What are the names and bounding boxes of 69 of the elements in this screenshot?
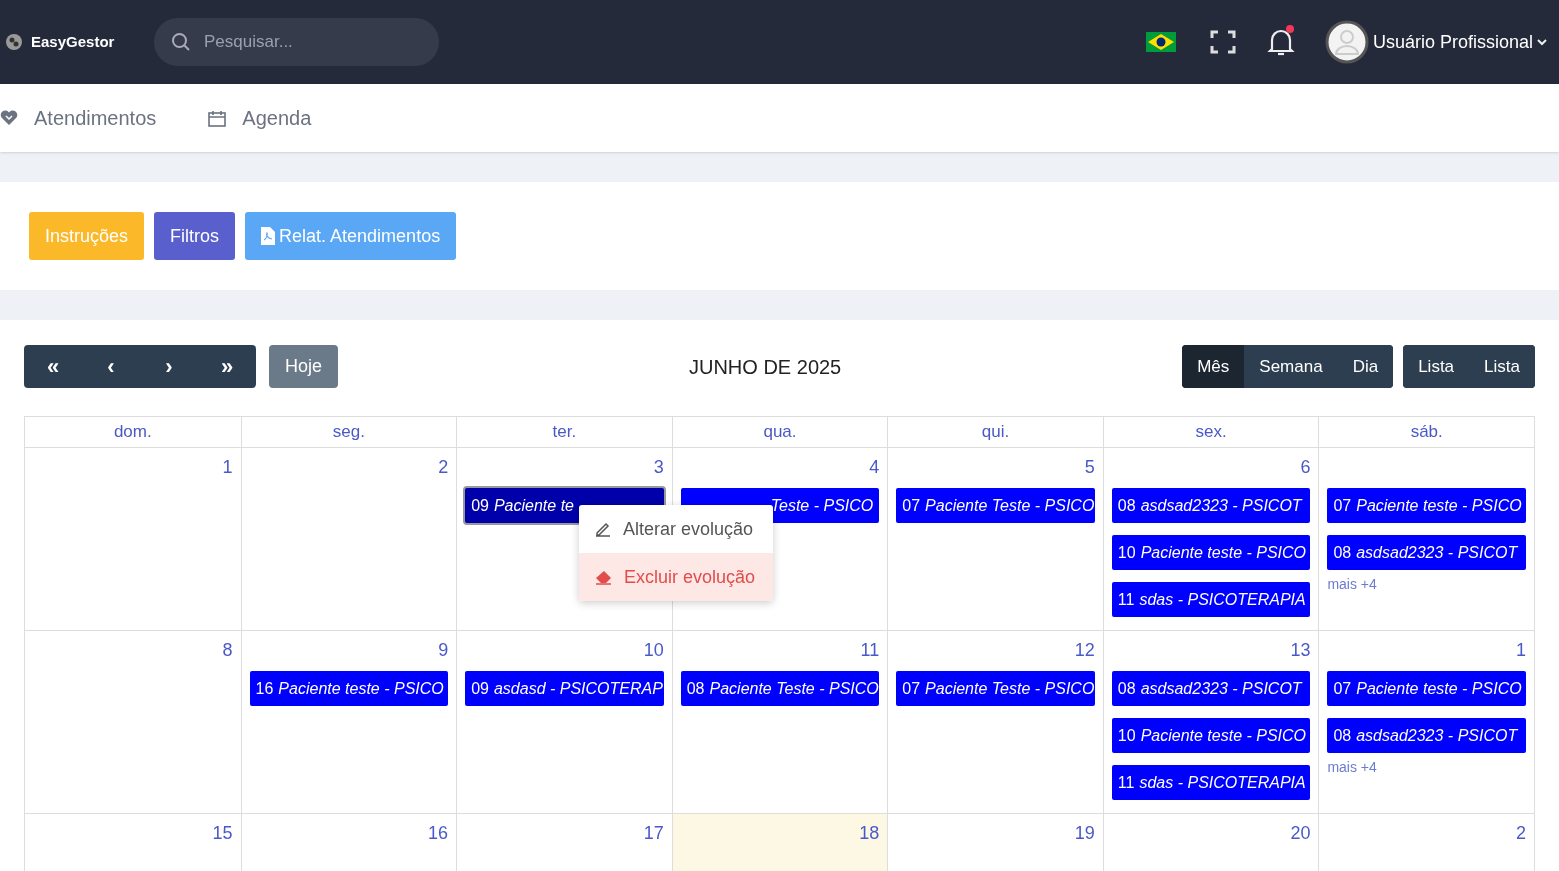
nav-arrow-button[interactable]: ›	[140, 345, 198, 388]
calendar-event[interactable]: 07 Paciente teste - PSICO	[1327, 671, 1526, 706]
calendar-event[interactable]: 08 asdsad2323 - PSICOT	[1111, 671, 1311, 706]
chevron-down-icon[interactable]	[1537, 38, 1547, 46]
calendar-event[interactable]: 09 asdasd - PSICOTERAP	[465, 671, 664, 706]
calendar-event[interactable]: 10 Paciente teste - PSICO	[1111, 718, 1311, 753]
eraser-icon	[595, 569, 612, 585]
weekday-header: dom.	[113, 421, 152, 444]
day-number[interactable]: 19	[1074, 820, 1095, 842]
day-number[interactable]: 4	[869, 454, 880, 476]
day-number[interactable]: 16	[428, 820, 449, 842]
day-number[interactable]: 5	[1084, 454, 1095, 476]
weekday-header: sex.	[1195, 421, 1227, 444]
action-button[interactable]: Filtros	[154, 212, 236, 260]
calendar-event[interactable]: 07 Paciente Teste - PSICO	[896, 671, 1095, 706]
search-icon	[171, 32, 191, 52]
nav-arrow-button[interactable]: ‹	[82, 345, 140, 388]
nav-arrow-button[interactable]: «	[24, 345, 82, 388]
weekday-header: qui.	[981, 421, 1010, 444]
calendar-event[interactable]: 08 asdsad2323 - PSICOT	[1111, 488, 1311, 523]
day-number[interactable]: 12	[1074, 637, 1095, 659]
day-number[interactable]: 1	[1515, 637, 1526, 659]
notification-icon[interactable]	[1266, 27, 1295, 57]
avatar-icon[interactable]	[1324, 20, 1369, 64]
view-tab[interactable]: Mês	[1182, 345, 1245, 388]
day-number[interactable]: 1	[222, 454, 233, 476]
day-number[interactable]: 8	[222, 637, 233, 659]
month-title: JUNHO DE 2025	[688, 354, 842, 380]
nav-link[interactable]: Agenda	[242, 103, 312, 133]
calendar-event[interactable]: 11 sdas - PSICOTERAPIA	[1111, 765, 1311, 800]
nav-arrow-button[interactable]: »	[198, 345, 256, 388]
menu-item[interactable]: Excluir evolução	[579, 553, 773, 601]
weekday-header: sáb.	[1410, 421, 1443, 444]
weekday-header: seg.	[332, 421, 365, 444]
day-number[interactable]: 10	[643, 637, 664, 659]
weekday-header: qua.	[763, 421, 797, 444]
pencil-icon	[595, 521, 611, 537]
day-number[interactable]: 18	[859, 820, 880, 842]
day-number[interactable]: 2	[438, 454, 449, 476]
pdf-file-icon	[261, 227, 276, 245]
brand-name: EasyGestor	[31, 31, 115, 52]
calendar-event[interactable]: 11 sdas - PSICOTERAPIA	[1111, 582, 1311, 617]
calendar-event[interactable]: 08 Paciente Teste - PSICO	[680, 671, 880, 706]
day-number[interactable]: 13	[1290, 637, 1311, 659]
calendar-event[interactable]: 10 Paciente teste - PSICO	[1111, 535, 1311, 570]
weekday-header: ter.	[552, 421, 577, 444]
calendar-event[interactable]: 08 asdsad2323 - PSICOT	[1327, 535, 1526, 570]
logo-icon	[5, 33, 23, 51]
more-events-link[interactable]: mais +4	[1327, 757, 1377, 778]
user-name[interactable]: Usuário Profissional	[1372, 28, 1533, 56]
day-number[interactable]: 20	[1290, 820, 1311, 842]
calendar-event[interactable]: 08 asdsad2323 - PSICOT	[1327, 718, 1526, 753]
today-button[interactable]: Hoje	[269, 345, 339, 388]
day-number[interactable]: 9	[438, 637, 449, 659]
day-number[interactable]: 6	[1300, 454, 1311, 476]
calendar-event[interactable]: 16 Paciente teste - PSICO	[249, 671, 449, 706]
brazil-flag-icon[interactable]	[1145, 32, 1176, 52]
calendar-event[interactable]: 07 Paciente Teste - PSICO	[896, 488, 1095, 523]
calendar-event[interactable]: 07 Paciente teste - PSICO	[1327, 488, 1526, 523]
fullscreen-icon[interactable]	[1209, 30, 1236, 54]
more-events-link[interactable]: mais +4	[1327, 574, 1377, 595]
day-number[interactable]: 2	[1515, 820, 1526, 842]
nav-link[interactable]: Atendimentos	[34, 103, 157, 133]
search-field[interactable]: Pesquisar...	[154, 18, 439, 66]
day-number[interactable]: 3	[653, 454, 664, 476]
day-number[interactable]: 11	[860, 637, 880, 659]
day-number[interactable]: 15	[212, 820, 233, 842]
day-number[interactable]: 17	[643, 820, 664, 842]
calendar-icon	[208, 109, 227, 127]
